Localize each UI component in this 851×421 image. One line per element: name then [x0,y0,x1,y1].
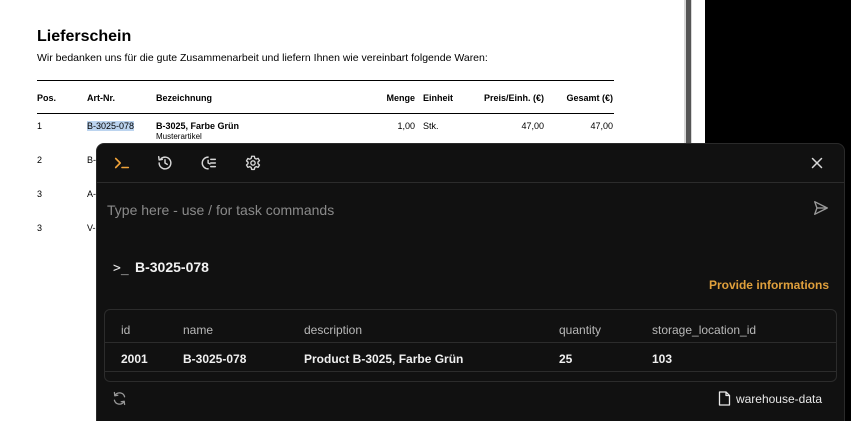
row-bez: B-3025, Farbe Grün Musterartikel [156,121,239,141]
history-icon[interactable] [156,154,176,174]
row-art: B- [87,155,96,165]
refresh-icon[interactable] [111,390,129,408]
col-bez: Bezeichnung [156,93,213,103]
header-name: name [183,323,214,337]
close-icon[interactable] [808,154,828,174]
document-subtitle: Wir bedanken uns für die gute Zusammenar… [37,52,488,64]
data-source-label: warehouse-data [735,391,822,406]
terminal-icon[interactable] [113,154,133,174]
command-panel: >_ B-3025-078 Provide informations id na… [96,143,845,421]
header-storage-location: storage_location_id [652,323,757,337]
gear-icon[interactable] [244,154,264,174]
row-art: V- [87,223,96,233]
result-prompt-symbol: >_ [113,261,129,276]
result-table: id name description quantity storage_loc… [104,309,837,382]
provide-informations-link[interactable]: Provide informations [709,278,829,292]
data-source[interactable]: warehouse-data [718,391,822,406]
cell-storage-location: 103 [652,352,673,366]
file-icon [718,391,731,406]
document-scrollbar-thumb[interactable] [686,0,691,145]
col-art: Art-Nr. [87,93,116,103]
result-title: B-3025-078 [135,259,209,275]
command-input[interactable] [107,200,797,220]
row-bez-label: B-3025, Farbe Grün [156,121,240,131]
document-title: Lieferschein [37,28,132,45]
row-preis: 47,00 [521,121,544,131]
col-pos: Pos. [37,93,57,103]
header-quantity: quantity [559,323,602,337]
row-menge: 1,00 [397,121,415,131]
panel-toolbar [97,144,844,183]
col-menge: Menge [386,93,415,103]
header-description: description [304,323,363,337]
cell-quantity: 25 [559,352,573,366]
row-einheit: Stk. [423,121,439,131]
col-preis: Preis/Einh. (€) [483,93,544,103]
result-table-header: id name description quantity storage_loc… [105,315,836,343]
row-art: A- [87,189,96,199]
row-pos: 2 [37,155,43,165]
row-pos: 3 [37,223,43,233]
col-einheit: Einheit [423,93,454,103]
row-gesamt: 47,00 [590,121,613,131]
send-icon[interactable] [812,199,830,217]
col-gesamt: Gesamt (€) [566,93,613,103]
cell-description: Product B-3025, Farbe Grün [304,352,464,366]
header-id: id [121,323,131,337]
cell-name: B-3025-078 [183,352,247,366]
table-row: 2001 B-3025-078 Product B-3025, Farbe Gr… [105,344,836,372]
clear-history-icon[interactable] [200,154,220,174]
row-pos: 3 [37,189,43,199]
cell-id: 2001 [121,352,148,366]
row-pos: 1 [37,121,43,131]
row-art-selected[interactable]: B-3025-078 [87,121,135,131]
row-bez-sub: Musterartikel [156,132,202,141]
table-header: Pos. Art-Nr. Bezeichnung Menge Einheit P… [37,81,614,114]
